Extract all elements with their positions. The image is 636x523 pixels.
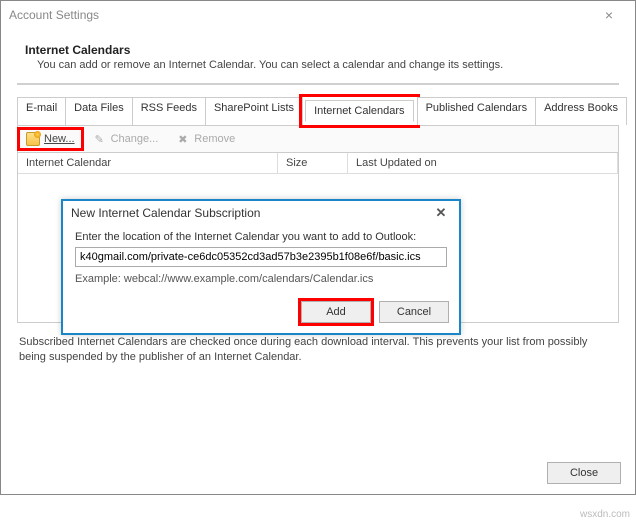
dialog-title: New Internet Calendar Subscription — [71, 206, 260, 220]
list-header: Internet Calendar Size Last Updated on — [18, 153, 618, 174]
dialog-example: Example: webcal://www.example.com/calend… — [75, 273, 447, 285]
add-button[interactable]: Add — [301, 301, 371, 323]
close-button[interactable]: Close — [547, 462, 621, 484]
watermark: wsxdn.com — [580, 509, 630, 520]
change-button-label: Change... — [111, 133, 159, 145]
dialog-buttons: Add Cancel — [63, 295, 459, 333]
column-header-size[interactable]: Size — [278, 153, 348, 174]
dialog-body: Enter the location of the Internet Calen… — [63, 225, 459, 295]
section-description: You can add or remove an Internet Calend… — [37, 59, 619, 71]
column-header-last-updated[interactable]: Last Updated on — [348, 153, 618, 174]
tab-published-calendars[interactable]: Published Calendars — [417, 97, 537, 125]
new-subscription-dialog: New Internet Calendar Subscription ✕ Ent… — [61, 199, 461, 335]
account-settings-window: Account Settings × Internet Calendars Yo… — [0, 0, 636, 495]
tab-sharepoint[interactable]: SharePoint Lists — [205, 97, 303, 125]
window-close-button[interactable]: × — [591, 7, 627, 23]
change-icon: ✎ — [95, 133, 107, 145]
tab-rssfeeds[interactable]: RSS Feeds — [132, 97, 206, 125]
change-button: ✎ Change... — [89, 131, 165, 147]
toolbar: New... ✎ Change... ✖ Remove — [17, 126, 619, 153]
tab-email[interactable]: E-mail — [17, 97, 66, 125]
cancel-button[interactable]: Cancel — [379, 301, 449, 323]
highlight-internet-calendars: Internet Calendars — [299, 94, 420, 128]
dialog-prompt: Enter the location of the Internet Calen… — [75, 231, 447, 243]
tab-address-books[interactable]: Address Books — [535, 97, 627, 125]
window-title: Account Settings — [9, 8, 99, 22]
column-header-internet-calendar[interactable]: Internet Calendar — [18, 153, 278, 174]
tab-internet-calendars[interactable]: Internet Calendars — [305, 100, 414, 122]
dialog-titlebar: New Internet Calendar Subscription ✕ — [63, 201, 459, 225]
footer-note: Subscribed Internet Calendars are checke… — [19, 335, 617, 365]
titlebar: Account Settings × — [1, 1, 635, 29]
dialog-close-button[interactable]: ✕ — [431, 205, 451, 221]
remove-button: ✖ Remove — [172, 131, 241, 147]
tab-datafiles[interactable]: Data Files — [65, 97, 133, 125]
highlight-new: New... — [17, 127, 84, 151]
divider — [17, 83, 619, 85]
highlight-add: Add — [298, 298, 374, 326]
new-button[interactable]: New... — [20, 130, 81, 148]
remove-icon: ✖ — [178, 133, 190, 145]
new-icon — [26, 132, 40, 146]
tabstrip: E-mail Data Files RSS Feeds SharePoint L… — [17, 97, 619, 126]
new-button-label: New... — [44, 133, 75, 145]
section-title: Internet Calendars — [25, 43, 619, 57]
remove-button-label: Remove — [194, 133, 235, 145]
calendar-url-input[interactable] — [75, 247, 447, 267]
